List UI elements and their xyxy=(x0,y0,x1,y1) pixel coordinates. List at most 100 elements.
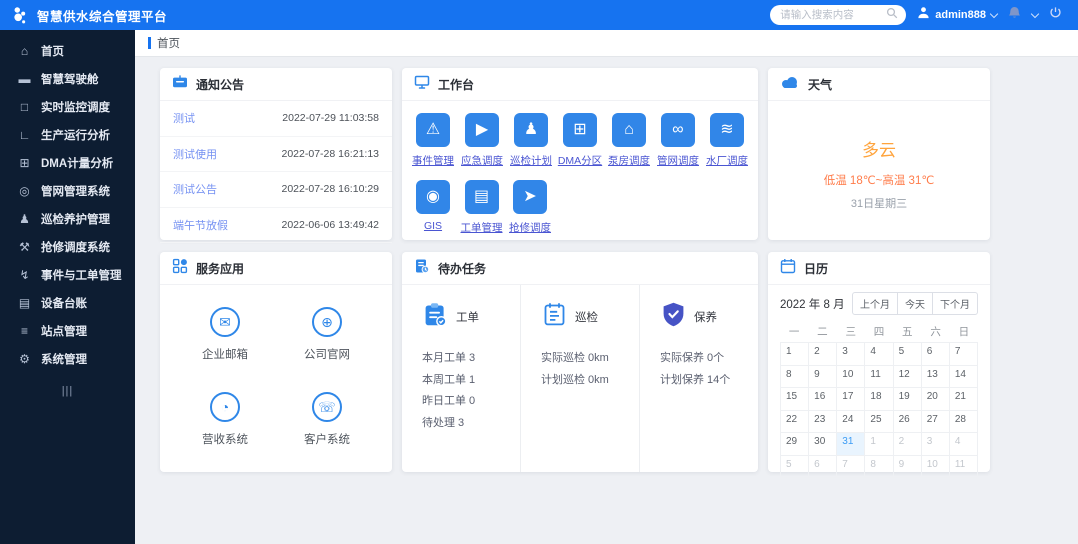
calendar-day-cell[interactable]: 3 xyxy=(921,433,950,456)
calendar-day-cell[interactable]: 8 xyxy=(865,455,894,478)
sidebar-menu-item[interactable]: ♟ 巡检养护管理 xyxy=(0,205,135,233)
weather-card-title: 天气 xyxy=(808,77,833,92)
search-input[interactable] xyxy=(778,8,883,22)
calendar-day-cell[interactable]: 1 xyxy=(865,433,894,456)
todo-inspection-lines: 实际巡检 0km 计划巡检 0km xyxy=(541,349,639,387)
calendar-day-cell[interactable]: 11 xyxy=(865,365,894,388)
service-app-label: 客户系统 xyxy=(304,434,350,446)
sidebar-menu-item[interactable]: ∟ 生产运行分析 xyxy=(0,121,135,149)
notification-bell-icon[interactable] xyxy=(1008,6,1021,25)
calendar-day-cell[interactable]: 27 xyxy=(921,410,950,433)
workbench-apps-row2: ◉ GIS ▤ 工单管理 ➤ 抢修调度 xyxy=(402,180,758,235)
calendar-day-cell[interactable]: 2 xyxy=(809,343,838,366)
calendar-day-cell[interactable]: 10 xyxy=(837,365,866,388)
todo-line: 计划巡检 0km xyxy=(541,373,609,386)
work-order-icon: ▤ xyxy=(464,180,499,214)
prev-month-button[interactable]: 上个月 xyxy=(852,292,898,315)
calendar-day-cell[interactable]: 13 xyxy=(921,365,950,388)
calendar-day-cell[interactable]: 8 xyxy=(781,365,810,388)
user-menu[interactable]: admin888 xyxy=(917,6,999,24)
calendar-day-cell[interactable]: 6 xyxy=(921,343,950,366)
sidebar-menu-item[interactable]: ⊞ DMA计量分析 xyxy=(0,149,135,177)
today-button[interactable]: 今天 xyxy=(897,292,933,315)
sidebar-menu-item[interactable]: ↯ 事件与工单管理 xyxy=(0,261,135,289)
workbench-app[interactable]: ≋ 水厂调度 xyxy=(706,113,748,168)
service-app[interactable]: ◔ 营收系统 xyxy=(202,392,248,447)
workbench-app[interactable]: ➤ 抢修调度 xyxy=(509,180,551,235)
calendar-day-cell[interactable]: 15 xyxy=(781,388,810,411)
todo-workorder-col: 工单 本月工单 3 本周工单 1 昨日工单 0 待处理 3 xyxy=(402,285,521,472)
notice-row: 测试 2022-07-29 11:03:58 xyxy=(160,101,392,137)
calendar-day-cell[interactable]: 30 xyxy=(809,433,838,456)
service-app[interactable]: ⊕ 公司官网 xyxy=(304,307,350,362)
sidebar-collapse-icon[interactable]: ||| xyxy=(0,385,135,397)
calendar-day-cell[interactable]: 28 xyxy=(949,410,978,433)
next-month-button[interactable]: 下个月 xyxy=(932,292,978,315)
calendar-day-cell[interactable]: 22 xyxy=(781,410,810,433)
customer-icon: ☏ xyxy=(312,392,342,422)
search-box[interactable] xyxy=(770,5,907,25)
calendar-day-cell[interactable]: 31 xyxy=(837,433,866,456)
workbench-app-label: 管网调度 xyxy=(657,155,699,167)
calendar-day-cell[interactable]: 5 xyxy=(781,455,810,478)
calendar-day-cell[interactable]: 17 xyxy=(837,388,866,411)
calendar-day-cell[interactable]: 10 xyxy=(921,455,950,478)
service-app[interactable]: ✉ 企业邮箱 xyxy=(202,307,248,362)
calendar-day-cell[interactable]: 3 xyxy=(837,343,866,366)
calendar-day-cell[interactable]: 1 xyxy=(781,343,810,366)
calendar-day-cell[interactable]: 14 xyxy=(949,365,978,388)
calendar-day-cell[interactable]: 5 xyxy=(893,343,922,366)
calendar-day-cell[interactable]: 11 xyxy=(949,455,978,478)
logout-power-icon[interactable] xyxy=(1049,6,1062,24)
calendar-day-cell[interactable]: 25 xyxy=(865,410,894,433)
workbench-app[interactable]: ∞ 管网调度 xyxy=(657,113,699,168)
workbench-app[interactable]: ▤ 工单管理 xyxy=(461,180,503,235)
sidebar-menu-item[interactable]: ≡ 站点管理 xyxy=(0,317,135,345)
workbench-app[interactable]: ♟ 巡检计划 xyxy=(510,113,552,168)
calendar-day-cell[interactable]: 21 xyxy=(949,388,978,411)
calendar-day-cell[interactable]: 18 xyxy=(865,388,894,411)
calendar-day-cell[interactable]: 26 xyxy=(893,410,922,433)
sidebar-item-label: 首页 xyxy=(41,46,64,58)
calendar-day-cell[interactable]: 7 xyxy=(949,343,978,366)
calendar-day-cell[interactable]: 4 xyxy=(949,433,978,456)
calendar-day-cell[interactable]: 7 xyxy=(837,455,866,478)
event-management-icon: ⚠ xyxy=(416,113,450,147)
calendar-day-cell[interactable]: 20 xyxy=(921,388,950,411)
calendar-day-cell[interactable]: 16 xyxy=(809,388,838,411)
calendar-day-cell[interactable]: 24 xyxy=(837,410,866,433)
chevron-down-icon[interactable] xyxy=(1030,9,1040,18)
sidebar-menu-item[interactable]: ▬ 智慧驾驶舱 xyxy=(0,65,135,93)
main-content: 通知公告 测试 2022-07-29 11:03:58 测试使用 2022-07… xyxy=(135,57,1078,544)
notice-link[interactable]: 测试公告 xyxy=(173,181,217,197)
calendar-day-cell[interactable]: 2 xyxy=(893,433,922,456)
workbench-app[interactable]: ◉ GIS xyxy=(416,180,450,235)
sidebar-menu-item[interactable]: ⌂ 首页 xyxy=(0,37,135,65)
sidebar-menu-item[interactable]: ⚒ 抢修调度系统 xyxy=(0,233,135,261)
notice-link[interactable]: 测试使用 xyxy=(173,146,217,162)
service-app[interactable]: ☏ 客户系统 xyxy=(304,392,350,447)
sidebar-menu-item[interactable]: ⚙ 系统管理 xyxy=(0,345,135,373)
calendar-day-cell[interactable]: 12 xyxy=(893,365,922,388)
calendar-day-cell[interactable]: 29 xyxy=(781,433,810,456)
sidebar-menu-item[interactable]: ◎ 管网管理系统 xyxy=(0,177,135,205)
sidebar-menu-item[interactable]: □ 实时监控调度 xyxy=(0,93,135,121)
workbench-app-label: GIS xyxy=(423,220,443,232)
workbench-app[interactable]: ▶ 应急调度 xyxy=(461,113,503,168)
calendar-day-cell[interactable]: 6 xyxy=(809,455,838,478)
calendar-day-cell[interactable]: 4 xyxy=(865,343,894,366)
calendar-day-cell[interactable]: 19 xyxy=(893,388,922,411)
calendar-day-cell[interactable]: 9 xyxy=(809,365,838,388)
notice-link[interactable]: 端午节放假 xyxy=(173,217,228,233)
search-icon[interactable] xyxy=(886,6,898,24)
calendar-day-cell[interactable]: 9 xyxy=(893,455,922,478)
todo-card: 待办任务 工单 本月工单 3 本周工单 1 昨日工单 0 待处理 3 巡检 实际… xyxy=(402,252,758,472)
sidebar-menu-item[interactable]: ▤ 设备台账 xyxy=(0,289,135,317)
calendar-day-cell[interactable]: 23 xyxy=(809,410,838,433)
workbench-app[interactable]: ⌂ 泵房调度 xyxy=(608,113,650,168)
workbench-app[interactable]: ⚠ 事件管理 xyxy=(412,113,454,168)
tab-home[interactable]: 首页 xyxy=(148,30,180,56)
equipment-ledger-icon: ▤ xyxy=(18,296,31,310)
workbench-app[interactable]: ⊞ DMA分区 xyxy=(558,113,602,168)
notice-link[interactable]: 测试 xyxy=(173,110,195,126)
